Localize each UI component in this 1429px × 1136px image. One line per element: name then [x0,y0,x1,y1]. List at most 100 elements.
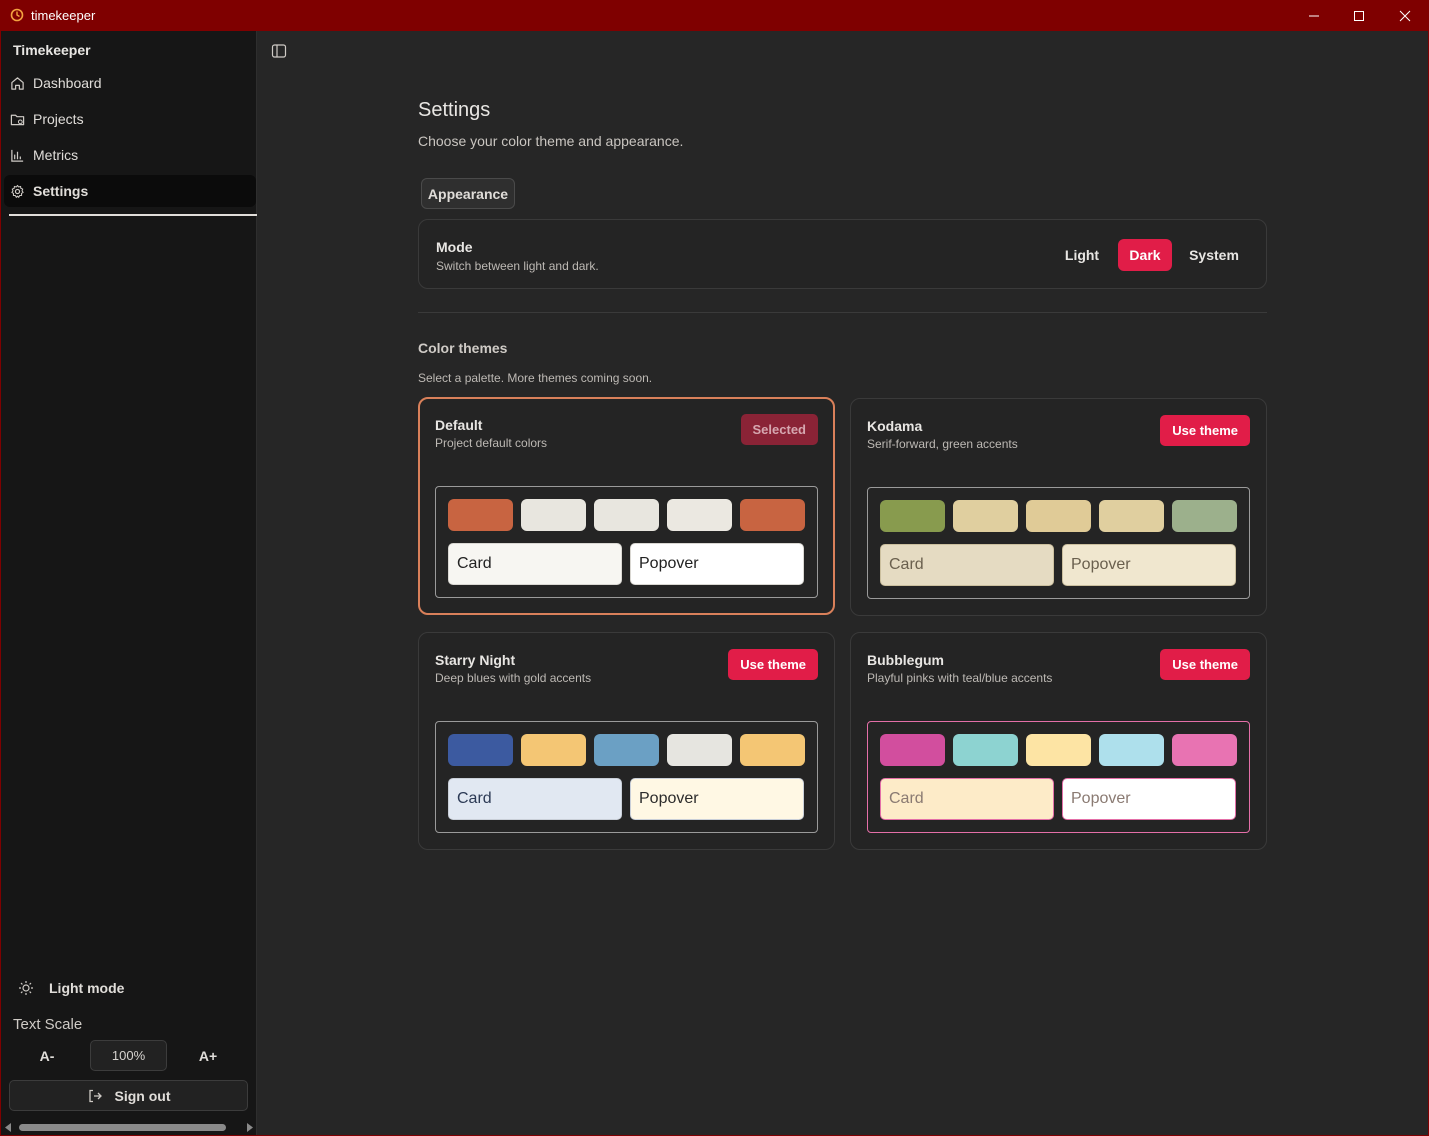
page-title: Settings [418,99,491,121]
text-scale-decrease-button[interactable]: A- [11,1041,83,1071]
sidebar-item-projects[interactable]: Projects [4,103,256,135]
close-button[interactable] [1382,0,1428,31]
home-icon [11,77,24,90]
color-swatch [448,499,513,531]
color-swatch [740,499,805,531]
theme-selected-button[interactable]: Selected [740,414,818,445]
use-theme-button[interactable]: Use theme [1160,415,1250,446]
scroll-left-icon[interactable] [4,1123,12,1132]
use-theme-button[interactable]: Use theme [1160,649,1250,680]
sidebar-item-dashboard[interactable]: Dashboard [4,67,256,99]
scrollbar-thumb[interactable] [19,1124,226,1131]
color-swatch [953,500,1018,532]
light-mode-label: Light mode [49,980,125,996]
theme-preview: Card Popover [435,721,818,833]
color-swatch [740,734,805,766]
color-swatch [667,734,732,766]
color-themes-title: Color themes [418,340,508,356]
theme-preview: Card Popover [867,721,1250,833]
maximize-button[interactable] [1336,0,1382,31]
theme-description: Serif-forward, green accents [867,437,1018,451]
sign-out-button[interactable]: Sign out [9,1080,248,1111]
color-themes-subtitle: Select a palette. More themes coming soo… [418,371,653,385]
toggle-sidebar-icon[interactable] [271,43,287,59]
sidebar-horizontal-scrollbar[interactable] [4,1121,256,1133]
use-theme-button[interactable]: Use theme [728,649,818,680]
theme-description: Playful pinks with teal/blue accents [867,671,1053,685]
scroll-right-icon[interactable] [246,1123,254,1132]
sidebar-item-label: Dashboard [33,75,102,91]
color-swatch [1026,734,1091,766]
theme-name: Kodama [867,418,923,434]
color-swatch [521,734,586,766]
color-swatch [880,500,945,532]
mode-system-button[interactable]: System [1181,239,1247,271]
sidebar-item-settings[interactable]: Settings [4,175,256,207]
app-brand: Timekeeper [13,42,91,58]
preview-card: Card [880,544,1054,586]
title-bar: timekeeper [0,0,1429,31]
color-swatch [1172,734,1237,766]
theme-name: Bubblegum [867,652,944,668]
mode-dark-button[interactable]: Dark [1118,239,1172,271]
preview-card: Card [880,778,1054,820]
minimize-icon [1309,15,1319,16]
theme-description: Project default colors [435,436,548,450]
preview-popover: Popover [1062,544,1236,586]
theme-card-bubblegum[interactable]: Bubblegum Playful pinks with teal/blue ac… [850,632,1267,850]
gear-icon [11,184,24,198]
color-swatch [667,499,732,531]
text-scale-value: 100% [90,1040,167,1071]
color-swatch [594,499,659,531]
sidebar-item-label: Projects [33,111,84,127]
sign-out-icon [88,1089,102,1102]
active-nav-underline [9,214,257,216]
theme-name: Default [435,417,483,433]
page-subtitle: Choose your color theme and appearance. [418,133,684,149]
preview-popover: Popover [1062,778,1236,820]
theme-name: Starry Night [435,652,516,668]
minimize-button[interactable] [1291,0,1337,31]
color-swatch [1026,500,1091,532]
theme-card-starry-night[interactable]: Starry Night Deep blues with gold accents… [418,632,835,850]
color-swatch [1099,734,1164,766]
folder-icon [10,114,25,126]
text-scale-increase-button[interactable]: A+ [172,1041,244,1071]
preview-card: Card [448,778,622,820]
preview-popover: Popover [630,778,804,820]
color-swatch [448,734,513,766]
app-logo-icon [10,8,24,22]
theme-description: Deep blues with gold accents [435,671,592,685]
sun-icon [19,981,33,995]
sign-out-label: Sign out [114,1087,171,1104]
bar-chart-icon [11,149,24,162]
close-icon [1399,10,1411,21]
sidebar-item-label: Metrics [33,147,79,163]
mode-title: Mode [436,239,473,255]
color-swatch [953,734,1018,766]
text-scale-label: Text Scale [13,1016,83,1033]
theme-preview: Card Popover [867,487,1250,599]
color-swatch [594,734,659,766]
theme-preview: Card Popover [435,486,818,598]
mode-card: Mode Switch between light and dark. Ligh… [418,219,1267,289]
preview-popover: Popover [630,543,804,585]
color-swatch [521,499,586,531]
light-mode-toggle[interactable]: Light mode [18,978,218,998]
color-swatch [1172,500,1237,532]
section-divider [418,312,1267,313]
main-content: Settings Choose your color theme and app… [257,31,1428,1135]
color-swatch [1099,500,1164,532]
color-swatch [880,734,945,766]
mode-light-button[interactable]: Light [1057,239,1107,271]
window-title: timekeeper [31,8,96,23]
maximize-icon [1354,10,1364,21]
preview-card: Card [448,543,622,585]
theme-card-default[interactable]: Default Project default colors Selected Car… [418,397,835,615]
sidebar-item-label: Settings [33,183,89,199]
sidebar: Timekeeper Dashboard Projects Metrics Se… [1,31,257,1135]
theme-card-kodama[interactable]: Kodama Serif-forward, green accents Use th… [850,398,1267,616]
tab-appearance[interactable]: Appearance [421,178,515,209]
mode-subtitle: Switch between light and dark. [436,259,599,273]
sidebar-item-metrics[interactable]: Metrics [4,139,256,171]
